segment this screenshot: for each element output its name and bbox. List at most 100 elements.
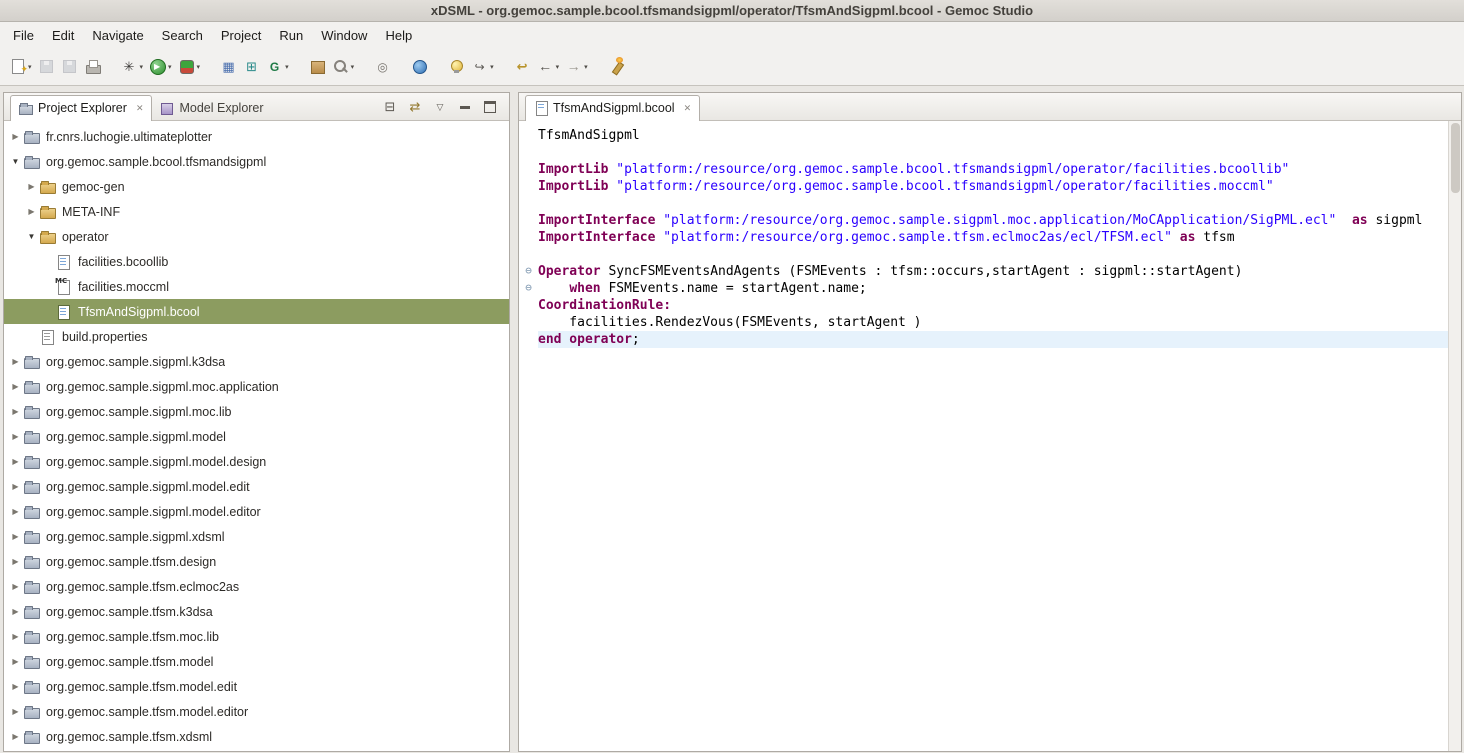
toolbar-back-button[interactable]: ▾ xyxy=(534,55,563,78)
tree-item-org-gemoc-sample-sigpml-moc-lib[interactable]: ▶org.gemoc.sample.sigpml.moc.lib xyxy=(4,399,509,424)
toolbar-print-button[interactable] xyxy=(81,55,104,78)
tree-item-label: org.gemoc.sample.sigpml.model.edit xyxy=(46,480,250,494)
tree-item-gemoc-gen[interactable]: ▶gemoc-gen xyxy=(4,174,509,199)
tree-item-facilities-bcoollib[interactable]: facilities.bcoollib xyxy=(4,249,509,274)
menu-help[interactable]: Help xyxy=(376,25,421,46)
maximize-icon[interactable] xyxy=(482,99,498,115)
toolbar-next-edit-button[interactable]: ▾ xyxy=(468,55,497,78)
toolbar-plugin-button[interactable] xyxy=(306,55,329,78)
tree-item-org-gemoc-sample-sigpml-model[interactable]: ▶org.gemoc.sample.sigpml.model xyxy=(4,424,509,449)
expander-icon[interactable]: ▶ xyxy=(8,582,23,591)
dropdown-arrow-icon[interactable]: ▾ xyxy=(490,63,494,71)
close-icon[interactable]: ✕ xyxy=(684,103,692,114)
menu-search[interactable]: Search xyxy=(153,25,212,46)
tree-item-org-gemoc-sample-sigpml-moc-application[interactable]: ▶org.gemoc.sample.sigpml.moc.application xyxy=(4,374,509,399)
dropdown-arrow-icon[interactable]: ▾ xyxy=(351,63,355,71)
fold-marker-icon[interactable]: ⊖ xyxy=(519,263,538,280)
expander-icon[interactable]: ▶ xyxy=(8,732,23,741)
toolbar-save-button[interactable] xyxy=(35,55,58,78)
project-tree[interactable]: ▶fr.cnrs.luchogie.ultimateplotter▼org.ge… xyxy=(4,121,509,751)
toolbar-web-sphere-button[interactable] xyxy=(408,55,431,78)
expander-icon[interactable]: ▶ xyxy=(8,357,23,366)
menu-window[interactable]: Window xyxy=(312,25,376,46)
expander-icon[interactable]: ▶ xyxy=(8,457,23,466)
tree-item-org-gemoc-sample-tfsm-eclmoc2as[interactable]: ▶org.gemoc.sample.tfsm.eclmoc2as xyxy=(4,574,509,599)
view-menu-icon[interactable] xyxy=(432,99,448,115)
menu-project[interactable]: Project xyxy=(212,25,270,46)
tree-item-build-properties[interactable]: build.properties xyxy=(4,324,509,349)
tree-item-org-gemoc-sample-tfsm-model[interactable]: ▶org.gemoc.sample.tfsm.model xyxy=(4,649,509,674)
expander-icon[interactable]: ▶ xyxy=(24,182,39,191)
dropdown-arrow-icon[interactable]: ▾ xyxy=(584,63,588,71)
tree-item-org-gemoc-sample-tfsm-model-editor[interactable]: ▶org.gemoc.sample.tfsm.model.editor xyxy=(4,699,509,724)
expander-icon[interactable]: ▶ xyxy=(8,382,23,391)
tree-item-org-gemoc-sample-tfsm-k3dsa[interactable]: ▶ org.gemoc.sample.tfsm.k3dsa xyxy=(4,599,509,624)
toolbar-new-java-project-button[interactable] xyxy=(217,55,240,78)
dropdown-arrow-icon[interactable]: ▾ xyxy=(28,63,32,71)
expander-icon[interactable]: ▼ xyxy=(8,157,23,166)
menu-navigate[interactable]: Navigate xyxy=(83,25,152,46)
tree-item-org-gemoc-sample-sigpml-model-edit[interactable]: ▶ org.gemoc.sample.sigpml.model.edit xyxy=(4,474,509,499)
toolbar-save-all-button[interactable] xyxy=(58,55,81,78)
tree-item-org-gemoc-sample-tfsm-design[interactable]: ▶org.gemoc.sample.tfsm.design xyxy=(4,549,509,574)
toolbar-coverage-button[interactable]: ▾ xyxy=(175,55,204,78)
expander-icon[interactable]: ▶ xyxy=(8,132,23,141)
tree-item-org-gemoc-sample-bcool-tfsmandsigpml[interactable]: ▼org.gemoc.sample.bcool.tfsmandsigpml xyxy=(4,149,509,174)
toolbar-annotation-button[interactable] xyxy=(371,55,394,78)
tree-item-org-gemoc-sample-tfsm-moc-lib[interactable]: ▶org.gemoc.sample.tfsm.moc.lib xyxy=(4,624,509,649)
tree-item-org-gemoc-sample-tfsm-xdsml[interactable]: ▶org.gemoc.sample.tfsm.xdsml xyxy=(4,724,509,749)
expander-icon[interactable]: ▶ xyxy=(8,507,23,516)
tree-item-fr-cnrs-luchogie-ultimateplotter[interactable]: ▶fr.cnrs.luchogie.ultimateplotter xyxy=(4,124,509,149)
dropdown-arrow-icon[interactable]: ▾ xyxy=(285,63,289,71)
tree-item-operator[interactable]: ▼operator xyxy=(4,224,509,249)
tree-item-tfsmandsigpml-bcool[interactable]: TfsmAndSigpml.bcool xyxy=(4,299,509,324)
tree-item-org-gemoc-sample-tfsm-model-edit[interactable]: ▶org.gemoc.sample.tfsm.model.edit xyxy=(4,674,509,699)
tab-project-explorer[interactable]: Project Explorer✕ xyxy=(10,95,152,121)
dropdown-arrow-icon[interactable]: ▾ xyxy=(140,63,144,71)
expander-icon[interactable]: ▶ xyxy=(8,657,23,666)
tree-item-label: org.gemoc.sample.tfsm.k3dsa xyxy=(46,605,213,619)
toolbar-run-button[interactable]: ▾ xyxy=(146,55,175,78)
dropdown-arrow-icon[interactable]: ▾ xyxy=(168,63,172,71)
menu-run[interactable]: Run xyxy=(270,25,312,46)
toolbar-lightbulb-button[interactable] xyxy=(445,55,468,78)
tree-item-facilities-moccml[interactable]: facilities.moccml xyxy=(4,274,509,299)
toolbar-forward-button[interactable]: ▾ xyxy=(562,55,591,78)
toolbar-torch-button[interactable] xyxy=(605,55,628,78)
collapse-all-icon[interactable] xyxy=(382,99,398,115)
expander-icon[interactable]: ▶ xyxy=(8,682,23,691)
toolbar-new-package-button[interactable] xyxy=(240,55,263,78)
code-editor[interactable]: TfsmAndSigpmlImportLib "platform:/resour… xyxy=(519,121,1448,751)
tree-item-org-gemoc-sample-sigpml-xdsml[interactable]: ▶org.gemoc.sample.sigpml.xdsml xyxy=(4,524,509,549)
expander-icon[interactable]: ▼ xyxy=(24,232,39,241)
expander-icon[interactable]: ▶ xyxy=(8,557,23,566)
tree-item-org-gemoc-sample-sigpml-model-editor[interactable]: ▶org.gemoc.sample.sigpml.model.editor xyxy=(4,499,509,524)
tab-model-explorer[interactable]: Model Explorer xyxy=(152,96,271,121)
tree-item-meta-inf[interactable]: ▶META-INF xyxy=(4,199,509,224)
expander-icon[interactable]: ▶ xyxy=(24,207,39,216)
toolbar-open-browser-button[interactable]: ▾ xyxy=(263,55,292,78)
link-with-editor-icon[interactable] xyxy=(407,99,423,115)
toolbar-search-button[interactable]: ▾ xyxy=(329,55,358,78)
editor-scrollbar[interactable] xyxy=(1448,121,1461,751)
toolbar-debug-button[interactable]: ▾ xyxy=(118,55,147,78)
tree-item-org-gemoc-sample-sigpml-k3dsa[interactable]: ▶org.gemoc.sample.sigpml.k3dsa xyxy=(4,349,509,374)
toolbar-last-edit-location-button[interactable] xyxy=(511,55,534,78)
expander-icon[interactable]: ▶ xyxy=(8,532,23,541)
dropdown-arrow-icon[interactable]: ▾ xyxy=(556,63,560,71)
dropdown-arrow-icon[interactable]: ▾ xyxy=(197,63,201,71)
minimize-icon[interactable] xyxy=(457,99,473,115)
expander-icon[interactable]: ▶ xyxy=(8,432,23,441)
expander-icon[interactable]: ▶ xyxy=(8,707,23,716)
menu-file[interactable]: File xyxy=(4,25,43,46)
expander-icon[interactable]: ▶ xyxy=(8,607,23,616)
toolbar-new-wizard-button[interactable]: ▾ xyxy=(6,55,35,78)
fold-marker-icon[interactable]: ⊖ xyxy=(519,280,538,297)
menu-edit[interactable]: Edit xyxy=(43,25,83,46)
expander-icon[interactable]: ▶ xyxy=(8,632,23,641)
close-icon[interactable]: ✕ xyxy=(136,103,144,114)
tree-item-org-gemoc-sample-sigpml-model-design[interactable]: ▶org.gemoc.sample.sigpml.model.design xyxy=(4,449,509,474)
expander-icon[interactable]: ▶ xyxy=(8,482,23,491)
expander-icon[interactable]: ▶ xyxy=(8,407,23,416)
editor-tab-tfsmandsigpml-bcool[interactable]: TfsmAndSigpml.bcool✕ xyxy=(525,95,700,121)
